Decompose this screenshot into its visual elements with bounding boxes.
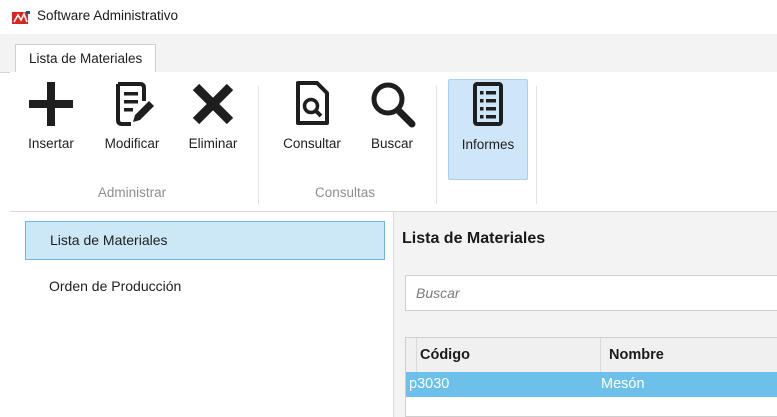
- consultar-button[interactable]: Consultar: [266, 79, 358, 151]
- edit-document-icon: [92, 79, 172, 129]
- ribbon-group-divider: [536, 86, 537, 204]
- cell-nombre: Mesón: [601, 376, 645, 392]
- page-title: Lista de Materiales: [402, 230, 546, 247]
- informes-button[interactable]: Informes: [448, 79, 528, 180]
- cell-codigo: p3030: [409, 376, 450, 392]
- app-logo-icon: [12, 11, 30, 24]
- modificar-label: Modificar: [104, 136, 160, 151]
- group-label-consultas: Consultas: [314, 185, 376, 200]
- eliminar-label: Eliminar: [188, 136, 238, 151]
- column-header-nombre[interactable]: Nombre: [600, 338, 664, 372]
- sidebar: Lista de Materiales Orden de Producción: [10, 212, 392, 417]
- consultar-label: Consultar: [283, 136, 341, 151]
- eliminar-button[interactable]: Eliminar: [176, 79, 250, 151]
- main-panel: Lista de Materiales Código Nombre p3030 …: [393, 212, 777, 417]
- group-label-administrar: Administrar: [97, 185, 167, 200]
- sidebar-item-orden-de-produccion[interactable]: Orden de Producción: [25, 267, 385, 306]
- ribbon-group-divider: [436, 86, 437, 204]
- magnifier-icon: [360, 79, 424, 129]
- informes-label: Informes: [461, 137, 515, 152]
- buscar-button[interactable]: Buscar: [360, 79, 424, 151]
- sidebar-item-lista-de-materiales[interactable]: Lista de Materiales: [25, 221, 385, 260]
- insertar-button[interactable]: Insertar: [14, 79, 88, 151]
- document-search-icon: [266, 79, 358, 129]
- column-header-codigo[interactable]: Código: [420, 338, 470, 372]
- buscar-label: Buscar: [370, 136, 414, 151]
- tab-lista-de-materiales[interactable]: Lista de Materiales: [15, 44, 157, 72]
- x-icon: [176, 79, 250, 129]
- table-row[interactable]: p3030 Mesón: [406, 372, 777, 397]
- search-input[interactable]: [406, 276, 756, 310]
- window-title: Software Administrativo: [37, 8, 179, 23]
- ribbon-group-divider: [258, 86, 259, 204]
- title-bar: Software Administrativo: [0, 0, 777, 34]
- report-list-icon: [449, 80, 527, 130]
- insertar-label: Insertar: [28, 136, 74, 151]
- ribbon: Insertar Modificar Eliminar Administrar: [10, 72, 777, 212]
- modificar-button[interactable]: Modificar: [92, 79, 172, 151]
- search-box[interactable]: [405, 275, 777, 311]
- table-header: Código Nombre: [406, 338, 777, 373]
- row-header-spacer: [406, 338, 417, 372]
- materials-table: Código Nombre p3030 Mesón: [405, 337, 777, 417]
- ribbon-tab-strip: Lista de Materiales: [0, 34, 777, 73]
- plus-icon: [14, 79, 88, 129]
